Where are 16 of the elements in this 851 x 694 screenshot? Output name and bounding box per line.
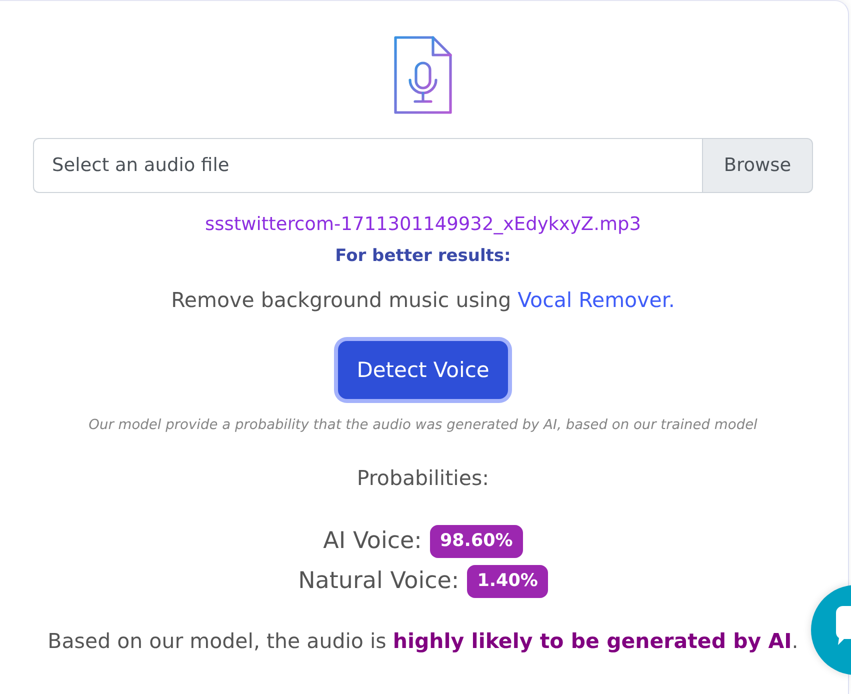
browse-button[interactable]: Browse [702,138,813,193]
tip-heading: For better results: [335,245,511,268]
verdict-text: Based on our model, the audio is highly likely to be generated by AI. [48,628,798,655]
selected-file-name: ssstwittercom-1711301149932_xEdykxyZ.mp3 [204,213,641,237]
file-input-field[interactable]: Select an audio file [33,138,702,193]
probability-badge: 98.60% [430,524,523,558]
probability-label: AI Voice: [323,527,422,556]
vocal-remover-link[interactable]: Vocal Remover. [518,288,675,312]
probability-label: Natural Voice: [298,567,460,596]
probability-badge: 1.40% [467,564,548,598]
disclaimer-text: Our model provide a probability that the audio was generated by AI, based on our trained model [88,416,758,435]
tip-text: Remove background music using Vocal Remover. [171,287,675,314]
chat-icon[interactable] [810,584,851,676]
audio-file-icon [394,36,452,114]
detect-voice-button[interactable]: Detect Voice [338,341,508,399]
probabilities-heading: Probabilities: [356,465,490,492]
